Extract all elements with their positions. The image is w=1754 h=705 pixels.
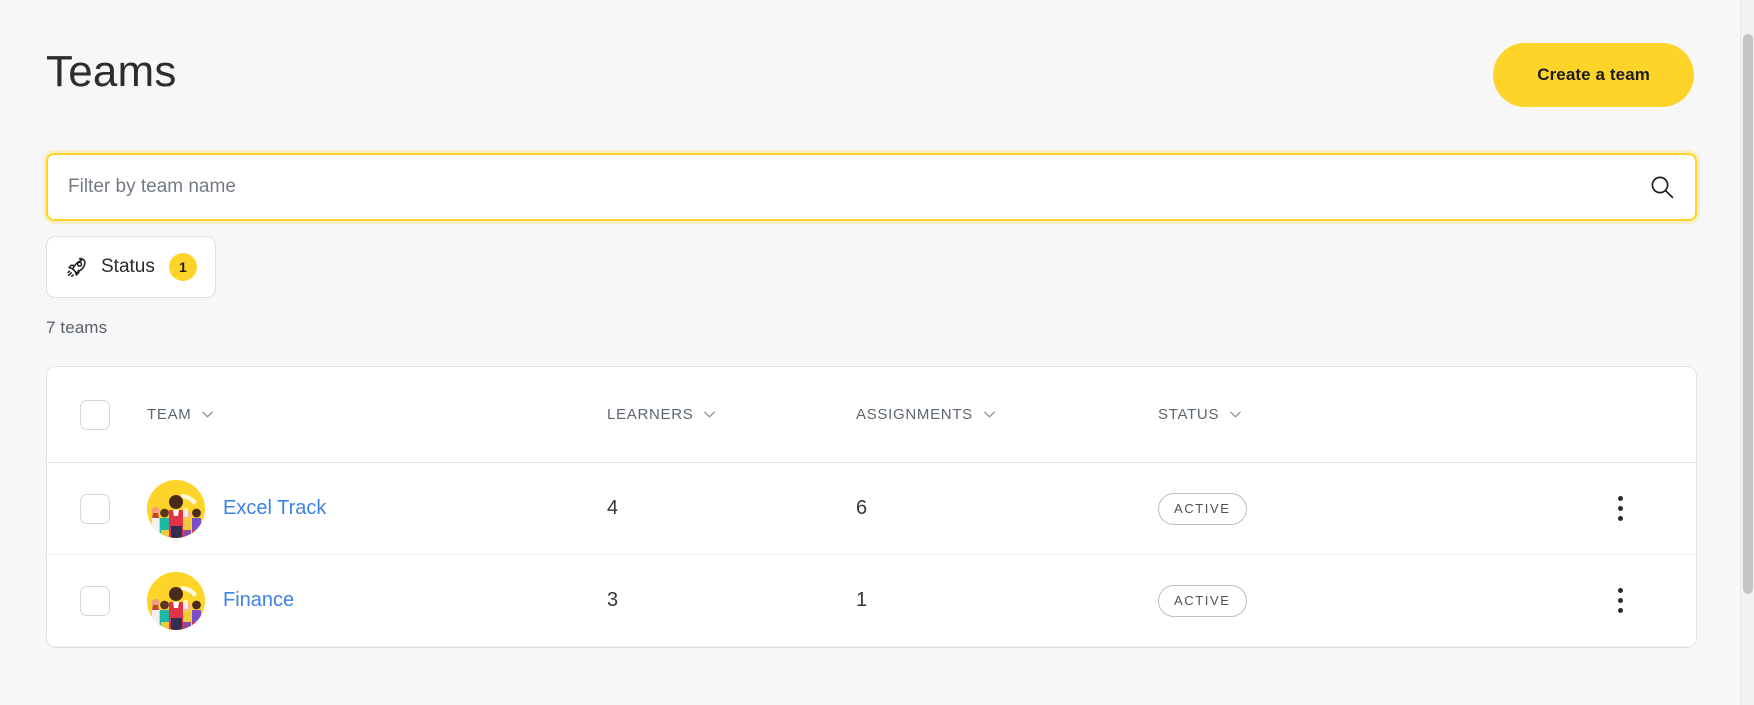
learners-cell: 3 — [599, 589, 852, 612]
chevron-down-icon — [702, 407, 717, 422]
row-checkbox[interactable] — [80, 585, 110, 616]
column-header-team[interactable]: TEAM — [147, 406, 215, 423]
create-team-button[interactable]: Create a team — [1493, 43, 1694, 107]
filter-row: Status 1 — [46, 236, 1740, 298]
filter-chip-badge: 1 — [168, 253, 197, 281]
chevron-down-icon — [1228, 407, 1243, 422]
page-title: Teams — [46, 47, 177, 96]
assignments-value: 1 — [856, 589, 868, 611]
table-header-row: TEAM LEARNERS ASSIGNMENTS STATUS — [47, 367, 1696, 463]
select-all-checkbox[interactable] — [80, 399, 110, 430]
table-row[interactable]: Excel Track 4 6 ACTIVE — [47, 463, 1696, 555]
status-badge: ACTIVE — [1158, 492, 1247, 525]
teams-page: Teams Create a team Filter by team name … — [0, 0, 1740, 705]
team-name-link[interactable]: Excel Track — [223, 497, 326, 520]
column-header-learners-cell: LEARNERS — [599, 406, 852, 424]
row-select-cell — [47, 493, 143, 524]
learners-value: 3 — [607, 589, 619, 611]
team-cell: Excel Track — [143, 479, 599, 538]
page-header: Teams Create a team — [46, 0, 1740, 150]
status-cell: ACTIVE — [1154, 584, 1454, 617]
kebab-menu-icon[interactable] — [1606, 585, 1634, 617]
filter-chip-label: Status — [101, 256, 155, 277]
column-header-team-cell: TEAM — [143, 406, 599, 423]
page-scrollbar[interactable] — [1740, 0, 1754, 705]
column-header-learners[interactable]: LEARNERS — [607, 406, 717, 423]
rocket-icon — [65, 255, 89, 279]
assignments-value: 6 — [856, 497, 868, 519]
kebab-menu-icon[interactable] — [1606, 493, 1634, 525]
status-badge: ACTIVE — [1158, 584, 1247, 617]
row-actions-cell — [1454, 493, 1696, 525]
team-cell: Finance — [143, 571, 599, 630]
column-header-team-label: TEAM — [147, 406, 192, 423]
assignments-cell: 1 — [852, 589, 1154, 612]
column-header-assignments-label: ASSIGNMENTS — [856, 405, 973, 423]
column-header-assignments[interactable]: ASSIGNMENTS — [856, 406, 997, 423]
column-header-status-label: STATUS — [1158, 405, 1220, 423]
column-header-learners-label: LEARNERS — [607, 405, 694, 423]
page-scrollbar-thumb[interactable] — [1743, 34, 1753, 594]
chevron-down-icon — [200, 407, 215, 422]
table-row[interactable]: Finance 3 1 ACTIVE — [47, 555, 1696, 647]
row-actions-cell — [1454, 585, 1696, 617]
row-checkbox[interactable] — [80, 493, 110, 524]
row-select-cell — [47, 585, 143, 616]
team-avatar — [147, 479, 205, 538]
search-input[interactable] — [46, 153, 1697, 221]
chevron-down-icon — [982, 407, 997, 422]
teams-table: TEAM LEARNERS ASSIGNMENTS STATUS Excel T… — [46, 366, 1697, 648]
team-avatar — [147, 571, 205, 630]
search-bar — [46, 153, 1697, 221]
column-header-status[interactable]: STATUS — [1158, 406, 1243, 423]
select-all-cell — [47, 399, 143, 430]
team-name-link[interactable]: Finance — [223, 589, 294, 612]
filter-chip-status[interactable]: Status 1 — [46, 236, 216, 298]
learners-cell: 4 — [599, 497, 852, 520]
status-cell: ACTIVE — [1154, 492, 1454, 525]
assignments-cell: 6 — [852, 497, 1154, 520]
column-header-status-cell: STATUS — [1154, 406, 1454, 424]
column-header-assignments-cell: ASSIGNMENTS — [852, 406, 1154, 424]
learners-value: 4 — [607, 497, 619, 519]
teams-count: 7 teams — [46, 318, 108, 337]
